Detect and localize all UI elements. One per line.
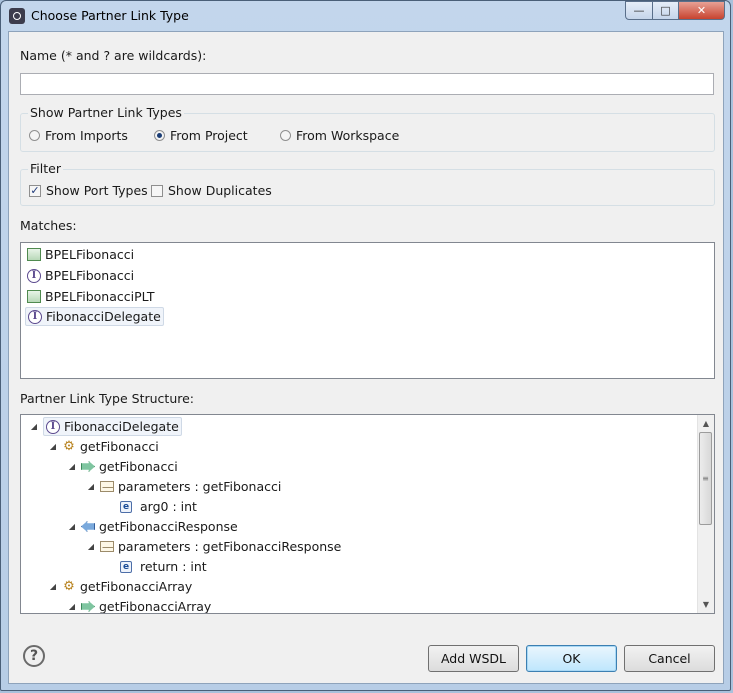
- output-icon: [81, 521, 95, 532]
- scroll-down-icon[interactable]: ▼: [698, 596, 714, 613]
- element-icon: e: [120, 560, 132, 573]
- tree-node[interactable]: ◢ ⚙ getFibonacci: [48, 437, 159, 456]
- input-icon: [81, 461, 95, 472]
- tree-node[interactable]: ◢ I FibonacciDelegate: [29, 417, 182, 436]
- expand-arrow-icon[interactable]: ◢: [86, 482, 96, 491]
- radio-indicator: [29, 130, 40, 141]
- message-icon: [100, 481, 114, 492]
- tree-node[interactable]: e arg0 : int: [120, 497, 197, 516]
- partner-link-type-icon: [27, 248, 41, 261]
- port-type-icon: I: [27, 268, 41, 283]
- tree-node[interactable]: ◢ ⚙ getFibonacciArray: [48, 577, 192, 596]
- expand-arrow-icon[interactable]: ◢: [67, 462, 77, 471]
- name-filter-input[interactable]: [20, 73, 714, 95]
- window-title: Choose Partner Link Type: [31, 8, 189, 23]
- list-item[interactable]: BPELFibonacci: [27, 245, 134, 264]
- dialog-body: Name (* and ? are wildcards): Show Partn…: [8, 31, 724, 684]
- close-button[interactable]: ✕: [678, 1, 725, 20]
- port-type-icon: I: [46, 419, 60, 434]
- partner-link-type-icon: [27, 290, 41, 303]
- scroll-up-icon[interactable]: ▲: [698, 415, 714, 432]
- list-item[interactable]: I BPELFibonacci: [27, 266, 134, 285]
- radio-indicator: [154, 130, 165, 141]
- operation-icon: ⚙: [63, 439, 75, 454]
- eclipse-icon: [9, 8, 25, 24]
- expand-arrow-icon[interactable]: ◢: [48, 582, 58, 591]
- group-title: Filter: [28, 161, 63, 176]
- radio-indicator: [280, 130, 291, 141]
- show-port-types-checkbox[interactable]: ✓ Show Port Types: [29, 183, 148, 198]
- show-partner-link-types-group: Show Partner Link Types From Imports Fro…: [20, 105, 715, 152]
- from-project-radio[interactable]: From Project: [154, 128, 248, 143]
- checkbox-indicator: [151, 184, 163, 197]
- matches-label: Matches:: [20, 218, 77, 233]
- help-icon[interactable]: ?: [23, 645, 45, 667]
- matches-list[interactable]: BPELFibonacci I BPELFibonacci BPELFibona…: [20, 242, 715, 379]
- from-imports-radio[interactable]: From Imports: [29, 128, 128, 143]
- expand-arrow-icon[interactable]: ◢: [86, 542, 96, 551]
- list-item[interactable]: BPELFibonacciPLT: [27, 287, 155, 306]
- show-duplicates-checkbox[interactable]: Show Duplicates: [151, 183, 272, 198]
- minimize-button[interactable]: —: [625, 1, 653, 20]
- message-icon: [100, 541, 114, 552]
- tree-node[interactable]: e return : int: [120, 557, 207, 576]
- list-item-selected[interactable]: I FibonacciDelegate: [25, 307, 164, 326]
- from-workspace-radio[interactable]: From Workspace: [280, 128, 399, 143]
- expand-arrow-icon[interactable]: ◢: [67, 602, 77, 611]
- tree-node[interactable]: ◢ parameters : getFibonacci: [86, 477, 281, 496]
- tree-node[interactable]: ◢ getFibonacciArray: [67, 597, 211, 613]
- structure-tree[interactable]: ◢ I FibonacciDelegate ◢ ⚙ getFibonacci ◢…: [20, 414, 715, 614]
- group-title: Show Partner Link Types: [28, 105, 184, 120]
- port-type-icon: I: [28, 309, 42, 324]
- cancel-button[interactable]: Cancel: [624, 645, 715, 672]
- structure-label: Partner Link Type Structure:: [20, 391, 195, 406]
- filter-group: Filter ✓ Show Port Types Show Duplicates: [20, 161, 715, 206]
- element-icon: e: [120, 500, 132, 513]
- expand-arrow-icon[interactable]: ◢: [48, 442, 58, 451]
- checkmark-icon: ✓: [29, 183, 41, 197]
- title-bar[interactable]: Choose Partner Link Type — □ ✕: [1, 1, 730, 31]
- input-icon: [81, 601, 95, 612]
- dialog-window: Choose Partner Link Type — □ ✕ Name (* a…: [0, 0, 731, 691]
- tree-node[interactable]: ◢ getFibonacci: [67, 457, 178, 476]
- tree-node-selected[interactable]: I FibonacciDelegate: [43, 417, 182, 436]
- tree-node[interactable]: ◢ parameters : getFibonacciResponse: [86, 537, 341, 556]
- scroll-thumb[interactable]: ≡: [699, 432, 712, 525]
- tree-node[interactable]: ◢ getFibonacciResponse: [67, 517, 238, 536]
- ok-button[interactable]: OK: [526, 645, 617, 672]
- vertical-scrollbar[interactable]: ▲ ≡ ▼: [697, 415, 714, 613]
- name-label: Name (* and ? are wildcards):: [20, 48, 207, 63]
- expand-arrow-icon[interactable]: ◢: [67, 522, 77, 531]
- maximize-button[interactable]: □: [652, 1, 679, 20]
- operation-icon: ⚙: [63, 579, 75, 594]
- expand-arrow-icon[interactable]: ◢: [29, 422, 39, 431]
- add-wsdl-button[interactable]: Add WSDL: [428, 645, 519, 672]
